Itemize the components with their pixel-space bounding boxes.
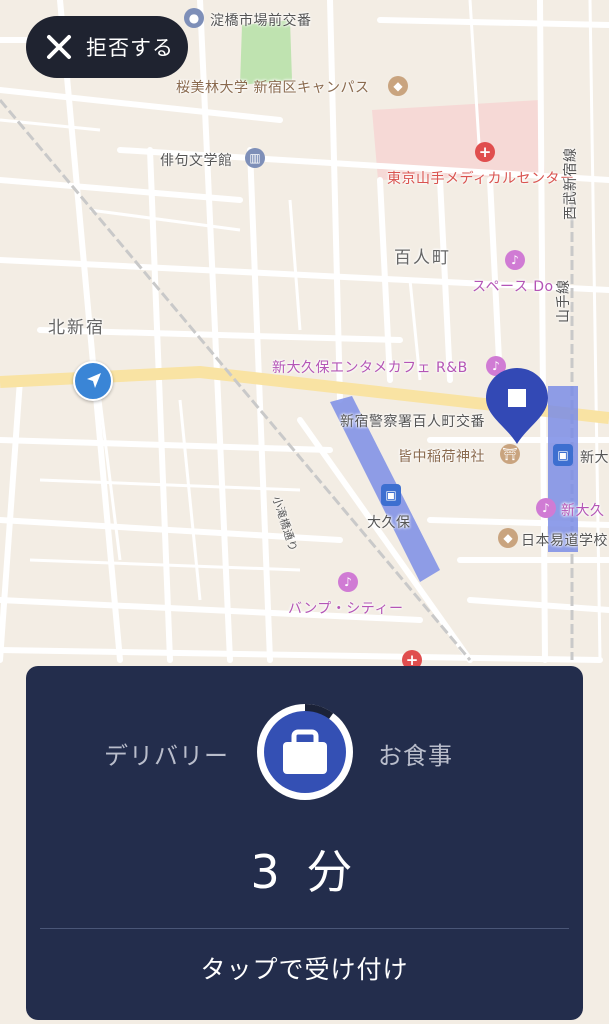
map-label: 桜美林大学 新宿区キャンパス <box>176 80 370 96</box>
train-station-icon: ▣ <box>381 484 401 506</box>
police-icon: ● <box>184 8 204 28</box>
divider <box>40 928 569 929</box>
close-icon <box>47 35 71 59</box>
map-label: 百人町 <box>394 248 451 268</box>
music-icon: ♪ <box>505 250 525 270</box>
hospital-icon: + <box>475 142 495 162</box>
map-label: スペース Do <box>472 279 554 295</box>
service-row: デリバリー お食事 <box>26 698 583 808</box>
train-station-icon: ▣ <box>553 444 573 466</box>
map-label: 大久保 <box>367 515 411 531</box>
navigation-arrow-icon <box>87 373 101 388</box>
destination-pin-icon[interactable] <box>484 366 550 446</box>
reject-label: 拒否する <box>86 36 174 60</box>
map-label: バンプ・シティー <box>288 601 404 617</box>
map-label: 皆中稲荷神社 <box>398 449 485 465</box>
map-label: 山手線 <box>556 279 572 324</box>
music-icon: ♪ <box>536 498 556 518</box>
map-label: 日本易道学校 <box>521 533 608 549</box>
reject-button[interactable]: 拒否する <box>26 16 188 78</box>
order-request-card[interactable]: デリバリー お食事 3 分 タップで受け付け <box>26 666 583 1020</box>
service-type-label: デリバリー <box>104 742 229 770</box>
map-label: 北新宿 <box>48 318 105 338</box>
map-label: 俳句文学館 <box>160 153 233 169</box>
map-label: 西武新宿線 <box>563 147 579 221</box>
countdown-timer <box>257 704 353 800</box>
map-label: 新宿警察署百人町交番 <box>340 414 485 430</box>
shrine-icon: ⛩ <box>500 444 520 464</box>
shinokubo-platform <box>548 386 578 552</box>
accept-button[interactable]: タップで受け付け <box>26 950 583 986</box>
current-location-marker[interactable] <box>73 361 113 401</box>
school-icon: ◆ <box>388 76 408 96</box>
school-icon: ◆ <box>498 528 518 548</box>
map-label: 新大久 <box>561 503 605 519</box>
service-category-label: お食事 <box>378 742 453 770</box>
map-label: 新大久保エンタメカフェ R&B <box>272 360 468 376</box>
map-label: 東京山手メディカルセンター <box>387 171 575 187</box>
map-label: 淀橋市場前交番 <box>210 13 312 29</box>
map-label: 新大 <box>580 450 609 466</box>
eta-minutes: 3 分 <box>250 845 359 899</box>
museum-icon: ▥ <box>245 148 265 168</box>
music-icon: ♪ <box>338 572 358 592</box>
